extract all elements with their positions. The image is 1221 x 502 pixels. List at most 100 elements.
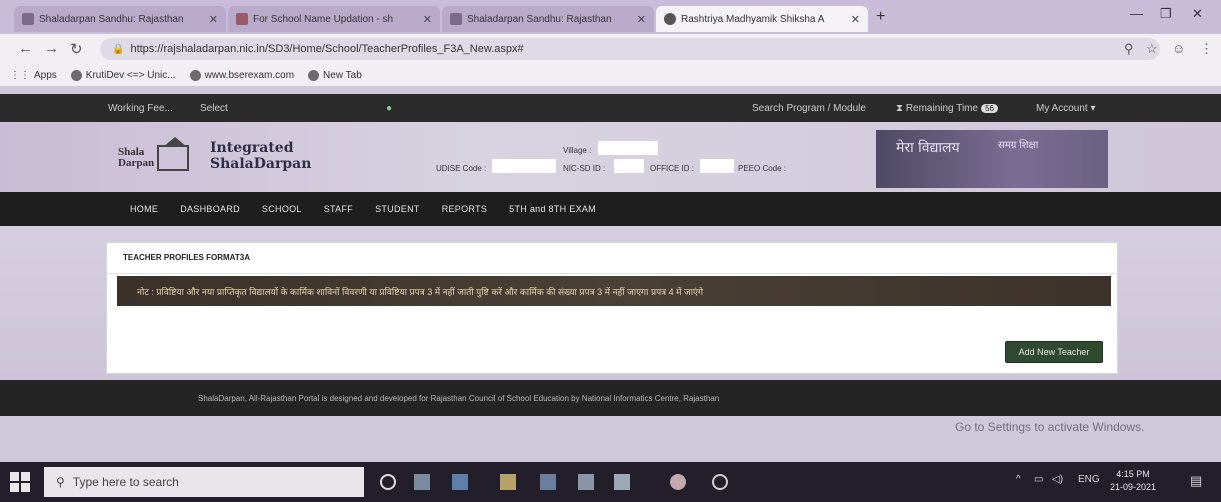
nav-reports[interactable]: REPORTS xyxy=(442,204,487,214)
main-nav: HOME DASHBOARD SCHOOL STAFF STUDENT REPO… xyxy=(0,192,1221,226)
taskbar-clock[interactable]: 4:15 PM 21-09-2021 xyxy=(1110,468,1156,494)
search-program-link[interactable]: Search Program / Module xyxy=(752,103,866,114)
bookmark-bserexam[interactable]: www.bserexam.com xyxy=(189,69,295,81)
browser-tab-2[interactable]: For School Name Updation - sh ✕ xyxy=(228,6,440,32)
globe-icon xyxy=(664,13,676,25)
nic-sd-id-label: NIC-SD ID : xyxy=(563,164,606,173)
store-icon[interactable] xyxy=(540,474,556,490)
file-explorer-icon[interactable] xyxy=(500,474,516,490)
divider xyxy=(107,273,1117,274)
bookmark-krutidev[interactable]: KrutiDev <=> Unic... xyxy=(70,69,176,81)
settings-icon[interactable] xyxy=(712,474,728,490)
minimize-icon[interactable]: — xyxy=(1130,6,1143,21)
redacted-udise xyxy=(492,159,556,173)
bookmark-label: www.bserexam.com xyxy=(204,69,295,81)
browser-tab-1[interactable]: Shaladarpan Sandhu: Rajasthan ✕ xyxy=(14,6,226,32)
language-indicator[interactable]: ENG xyxy=(1078,474,1100,485)
windows-taskbar: ⚲ Type here to search ^ ▭ ◁) ENG 4:15 PM… xyxy=(0,462,1221,502)
task-view-icon[interactable] xyxy=(414,474,430,490)
tray-chevron-icon[interactable]: ^ xyxy=(1016,474,1021,485)
browser-tab-3[interactable]: Shaladarpan Sandhu: Rajasthan ✕ xyxy=(442,6,654,32)
nav-home[interactable]: HOME xyxy=(130,204,158,214)
footer-text: ShalaDarpan, All-Rajasthan Portal is des… xyxy=(198,393,720,403)
hourglass-icon: ⧗ xyxy=(896,103,904,114)
browser-tab-4[interactable]: Rashtriya Madhyamik Shiksha A ✕ xyxy=(656,6,868,32)
activate-windows-watermark: Go to Settings to activate Windows. xyxy=(955,420,1145,434)
redacted-nic-sd-id xyxy=(614,159,644,173)
panel-title: TEACHER PROFILES FORMAT3A xyxy=(123,253,250,262)
bookmark-label: Apps xyxy=(34,69,57,81)
notifications-icon[interactable]: ▤ xyxy=(1190,473,1202,489)
site-favicon-icon xyxy=(450,13,462,25)
nav-staff[interactable]: STAFF xyxy=(324,204,353,214)
peeo-code-label: PEEO Code : xyxy=(738,164,787,173)
reload-icon[interactable]: ↻ xyxy=(70,40,83,58)
forward-arrow-icon[interactable]: → xyxy=(44,40,59,57)
close-icon[interactable]: ✕ xyxy=(423,13,432,26)
nav-dashboard[interactable]: DASHBOARD xyxy=(180,204,240,214)
chrome-icon[interactable] xyxy=(670,474,686,490)
bookmark-favicon-icon xyxy=(189,69,201,81)
mail-icon[interactable] xyxy=(578,474,594,490)
back-arrow-icon[interactable]: ← xyxy=(18,40,33,57)
globe-icon xyxy=(308,69,320,81)
select-dropdown[interactable]: Select xyxy=(200,103,228,114)
bookmark-label: KrutiDev <=> Unic... xyxy=(85,69,176,81)
restore-icon[interactable]: ❐ xyxy=(1160,6,1172,22)
browser-tab-bar: Shaladarpan Sandhu: Rajasthan ✕ For Scho… xyxy=(0,0,1221,34)
logo-line2: Darpan xyxy=(118,157,155,169)
menu-kebab-icon[interactable]: ⋮ xyxy=(1200,41,1213,57)
tab-label: For School Name Updation - sh xyxy=(253,13,394,25)
profile-icon[interactable]: ☺ xyxy=(1172,41,1185,56)
emblem-banner: मेरा विद्यालय समग्र शिक्षा xyxy=(876,130,1108,188)
new-tab-button[interactable]: + xyxy=(876,8,885,26)
app-title-line1: Integrated xyxy=(210,140,294,156)
edge-icon[interactable] xyxy=(452,474,468,490)
app-title-line2: ShalaDarpan xyxy=(210,156,312,172)
house-icon xyxy=(157,137,190,171)
logo-text: Shala Darpan xyxy=(118,147,154,169)
nav-student[interactable]: STUDENT xyxy=(375,204,420,214)
taskbar-search-input[interactable]: ⚲ Type here to search xyxy=(44,467,364,497)
address-bar-row: ← → ↻ 🔒 https://rajshaladarpan.nic.in/SD… xyxy=(0,34,1221,64)
site-favicon-icon xyxy=(22,13,34,25)
zoom-icon[interactable]: ⚲ xyxy=(1124,41,1134,57)
bookmark-newtab[interactable]: New Tab xyxy=(308,69,362,81)
status-icon: ● xyxy=(386,103,393,114)
emblem-left-text: मेरा विद्यालय xyxy=(896,140,960,156)
search-icon: ⚲ xyxy=(56,475,65,489)
site-top-strip: Working Fee... Select ● Search Program /… xyxy=(0,94,1221,122)
add-new-teacher-button[interactable]: Add New Teacher xyxy=(1005,341,1103,363)
remaining-time: ⧗ Remaining Time 56 xyxy=(896,103,998,114)
volume-icon[interactable]: ◁) xyxy=(1052,474,1063,485)
clock-date: 21-09-2021 xyxy=(1110,482,1157,492)
remaining-time-label: Remaining Time xyxy=(905,103,979,114)
search-placeholder: Type here to search xyxy=(72,475,179,489)
lock-icon: 🔒 xyxy=(112,43,125,55)
app-icon[interactable] xyxy=(614,474,630,490)
window-close-icon[interactable]: ✕ xyxy=(1192,6,1203,22)
nav-exam[interactable]: 5TH and 8TH EXAM xyxy=(509,204,596,214)
bookmark-apps[interactable]: ⋮⋮ Apps xyxy=(10,70,57,81)
tab-label: Shaladarpan Sandhu: Rajasthan xyxy=(467,13,612,25)
app-title: Integrated ShalaDarpan xyxy=(210,140,311,172)
nav-school[interactable]: SCHOOL xyxy=(262,204,302,214)
my-account-menu[interactable]: My Account ▾ xyxy=(1036,103,1096,114)
bookmarks-bar: ⋮⋮ Apps KrutiDev <=> Unic... www.bserexam… xyxy=(0,64,1221,86)
windows-start-icon[interactable] xyxy=(10,472,30,492)
udise-label: UDISE Code : xyxy=(436,164,487,173)
site-header: Shala Darpan Integrated ShalaDarpan Vill… xyxy=(0,122,1221,192)
close-icon[interactable]: ✕ xyxy=(851,13,860,26)
emblem-right-text: समग्र शिक्षा xyxy=(998,140,1039,151)
village-label: Village : xyxy=(563,146,592,155)
shaladarpan-logo[interactable]: Shala Darpan xyxy=(118,137,202,176)
working-fee-link[interactable]: Working Fee... xyxy=(108,103,173,114)
content-area: TEACHER PROFILES FORMAT3A नोट : प्रविष्ट… xyxy=(0,226,1221,380)
redacted-village xyxy=(598,141,658,155)
close-icon[interactable]: ✕ xyxy=(637,13,646,26)
cortana-icon[interactable] xyxy=(380,474,396,490)
url-input[interactable]: 🔒 https://rajshaladarpan.nic.in/SD3/Home… xyxy=(100,38,1160,60)
star-icon[interactable]: ☆ xyxy=(1146,41,1158,57)
close-icon[interactable]: ✕ xyxy=(209,13,218,26)
network-icon[interactable]: ▭ xyxy=(1034,474,1043,485)
